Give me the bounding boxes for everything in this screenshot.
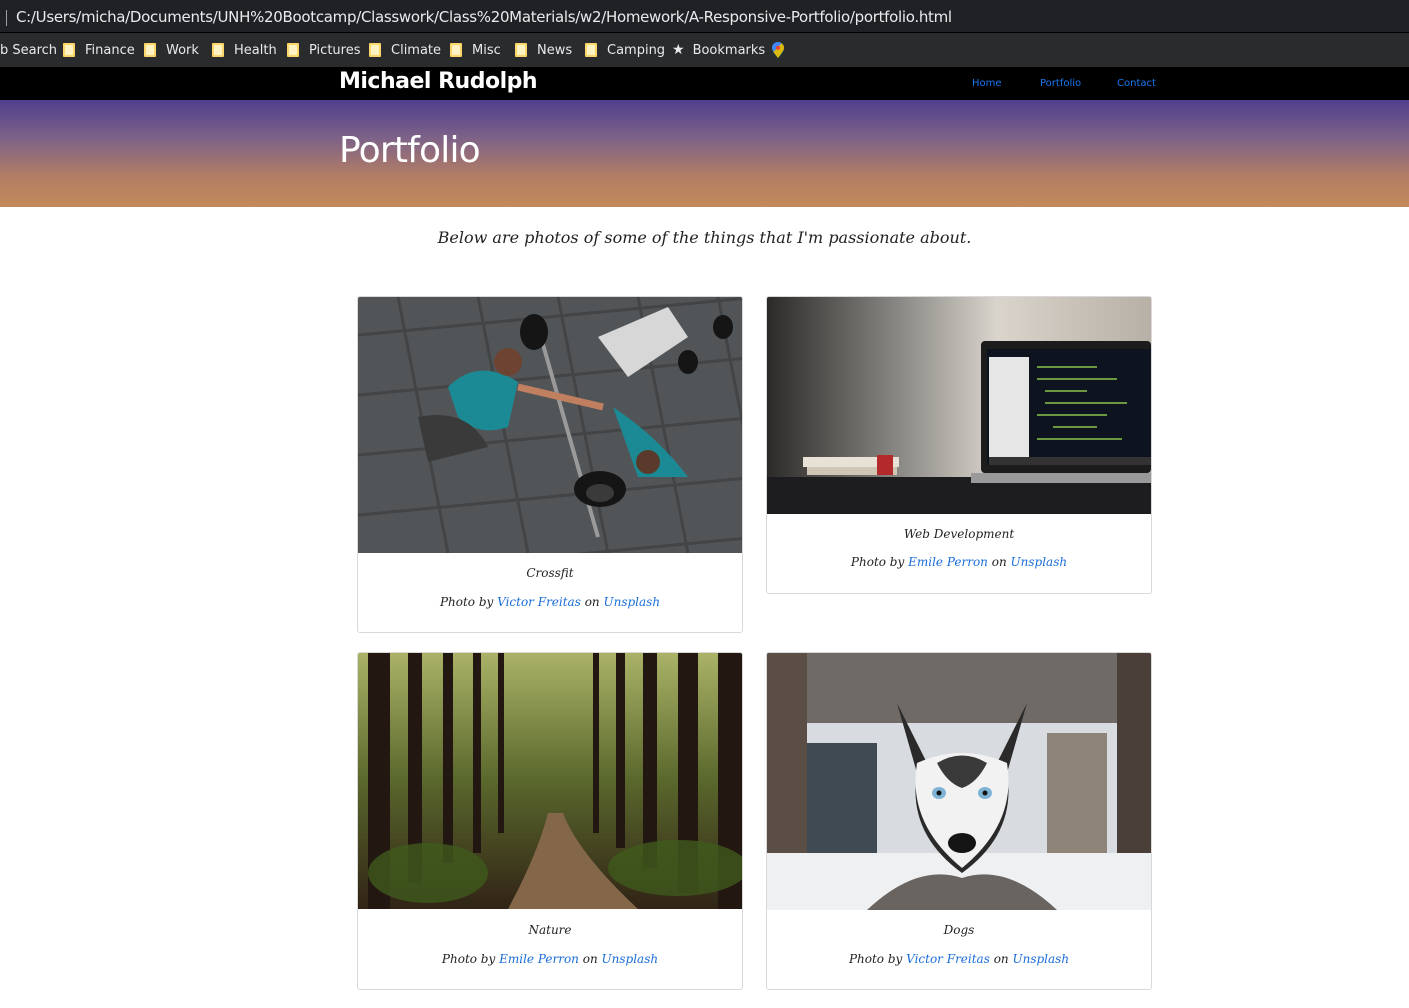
bookmark-label: Camping <box>607 42 666 58</box>
hero-banner: Portfolio <box>0 100 1409 207</box>
on-text: on <box>993 952 1009 966</box>
nav-link-home[interactable]: Home <box>972 78 1002 89</box>
unsplash-link[interactable]: Unsplash <box>603 595 660 609</box>
portfolio-card-crossfit: Crossfit Photo by Victor Freitas on Unsp… <box>357 296 743 633</box>
nature-photo <box>358 653 742 909</box>
card-title: Crossfit <box>526 566 574 580</box>
unsplash-link[interactable]: Unsplash <box>1011 555 1068 569</box>
bookmark-label: Pictures <box>309 42 361 58</box>
portfolio-card-dogs: Dogs Photo by Victor Freitas on Unsplash <box>766 652 1152 990</box>
maps-pin-icon <box>772 42 784 58</box>
web-development-photo <box>767 297 1151 514</box>
photo-credit: Photo by Victor Freitas on Unsplash <box>358 595 742 609</box>
bookmark-label: Climate <box>391 42 442 58</box>
folder-icon <box>450 43 462 57</box>
on-text: on <box>991 555 1007 569</box>
folder-icon <box>144 43 156 57</box>
bookmark-label: News <box>537 42 573 58</box>
photo-credit: Photo by Emile Perron on Unsplash <box>358 952 742 966</box>
bookmark-bookmarks[interactable]: ★ Bookmarks <box>672 41 765 59</box>
bookmark-news[interactable]: News <box>515 41 572 59</box>
bookmark-label: Finance <box>85 42 135 58</box>
bookmark-label: Health <box>234 42 277 58</box>
unsplash-link[interactable]: Unsplash <box>1012 952 1069 966</box>
star-icon: ★ <box>672 42 685 58</box>
portfolio-card-web-development: Web Development Photo by Emile Perron on… <box>766 296 1152 594</box>
folder-icon <box>63 43 75 57</box>
dogs-photo <box>767 653 1151 910</box>
card-title: Nature <box>528 923 572 937</box>
site-navbar: Michael Rudolph Home Portfolio Contact <box>0 67 1409 100</box>
bookmarks-bar: b Search Finance Work Health Pictures Cl… <box>0 33 1409 67</box>
bookmark-label: Bookmarks <box>692 42 766 58</box>
author-link[interactable]: Victor Freitas <box>906 952 990 966</box>
folder-icon <box>287 43 299 57</box>
on-text: on <box>584 595 600 609</box>
author-link[interactable]: Emile Perron <box>499 952 579 966</box>
bookmark-label: b Search <box>0 42 58 58</box>
page-title: Portfolio <box>339 130 481 171</box>
photo-by-text: Photo by <box>850 555 905 569</box>
author-link[interactable]: Emile Perron <box>908 555 988 569</box>
photo-by-text: Photo by <box>441 952 496 966</box>
photo-credit: Photo by Emile Perron on Unsplash <box>767 555 1151 569</box>
bookmark-search[interactable]: b Search <box>0 41 57 59</box>
bookmark-misc[interactable]: Misc <box>450 41 501 59</box>
nav-link-contact[interactable]: Contact <box>1117 78 1156 89</box>
folder-icon <box>369 43 381 57</box>
photo-by-text: Photo by <box>439 595 494 609</box>
text-cursor <box>6 10 7 26</box>
bookmark-climate[interactable]: Climate <box>369 41 441 59</box>
on-text: on <box>582 952 598 966</box>
url-text[interactable]: C:/Users/micha/Documents/UNH%20Bootcamp/… <box>16 8 952 26</box>
folder-icon <box>212 43 224 57</box>
portfolio-card-nature: Nature Photo by Emile Perron on Unsplash <box>357 652 743 990</box>
bookmark-maps[interactable] <box>772 41 784 59</box>
photo-credit: Photo by Victor Freitas on Unsplash <box>767 952 1151 966</box>
crossfit-photo <box>358 297 742 553</box>
photo-by-text: Photo by <box>848 952 903 966</box>
author-link[interactable]: Victor Freitas <box>497 595 581 609</box>
site-brand[interactable]: Michael Rudolph <box>339 69 538 94</box>
card-title: Dogs <box>943 923 975 937</box>
bookmark-label: Misc <box>472 42 501 58</box>
nav-link-portfolio[interactable]: Portfolio <box>1040 78 1081 89</box>
browser-address-bar[interactable]: C:/Users/micha/Documents/UNH%20Bootcamp/… <box>0 0 1409 33</box>
bookmark-health[interactable]: Health <box>212 41 277 59</box>
folder-icon <box>585 43 597 57</box>
card-title: Web Development <box>903 527 1015 541</box>
bookmark-pictures[interactable]: Pictures <box>287 41 360 59</box>
intro-text: Below are photos of some of the things t… <box>437 228 972 247</box>
bookmark-finance[interactable]: Finance <box>63 41 135 59</box>
folder-icon <box>515 43 527 57</box>
bookmark-label: Work <box>166 42 199 58</box>
bookmark-camping[interactable]: Camping <box>585 41 665 59</box>
unsplash-link[interactable]: Unsplash <box>602 952 659 966</box>
bookmark-work[interactable]: Work <box>144 41 199 59</box>
